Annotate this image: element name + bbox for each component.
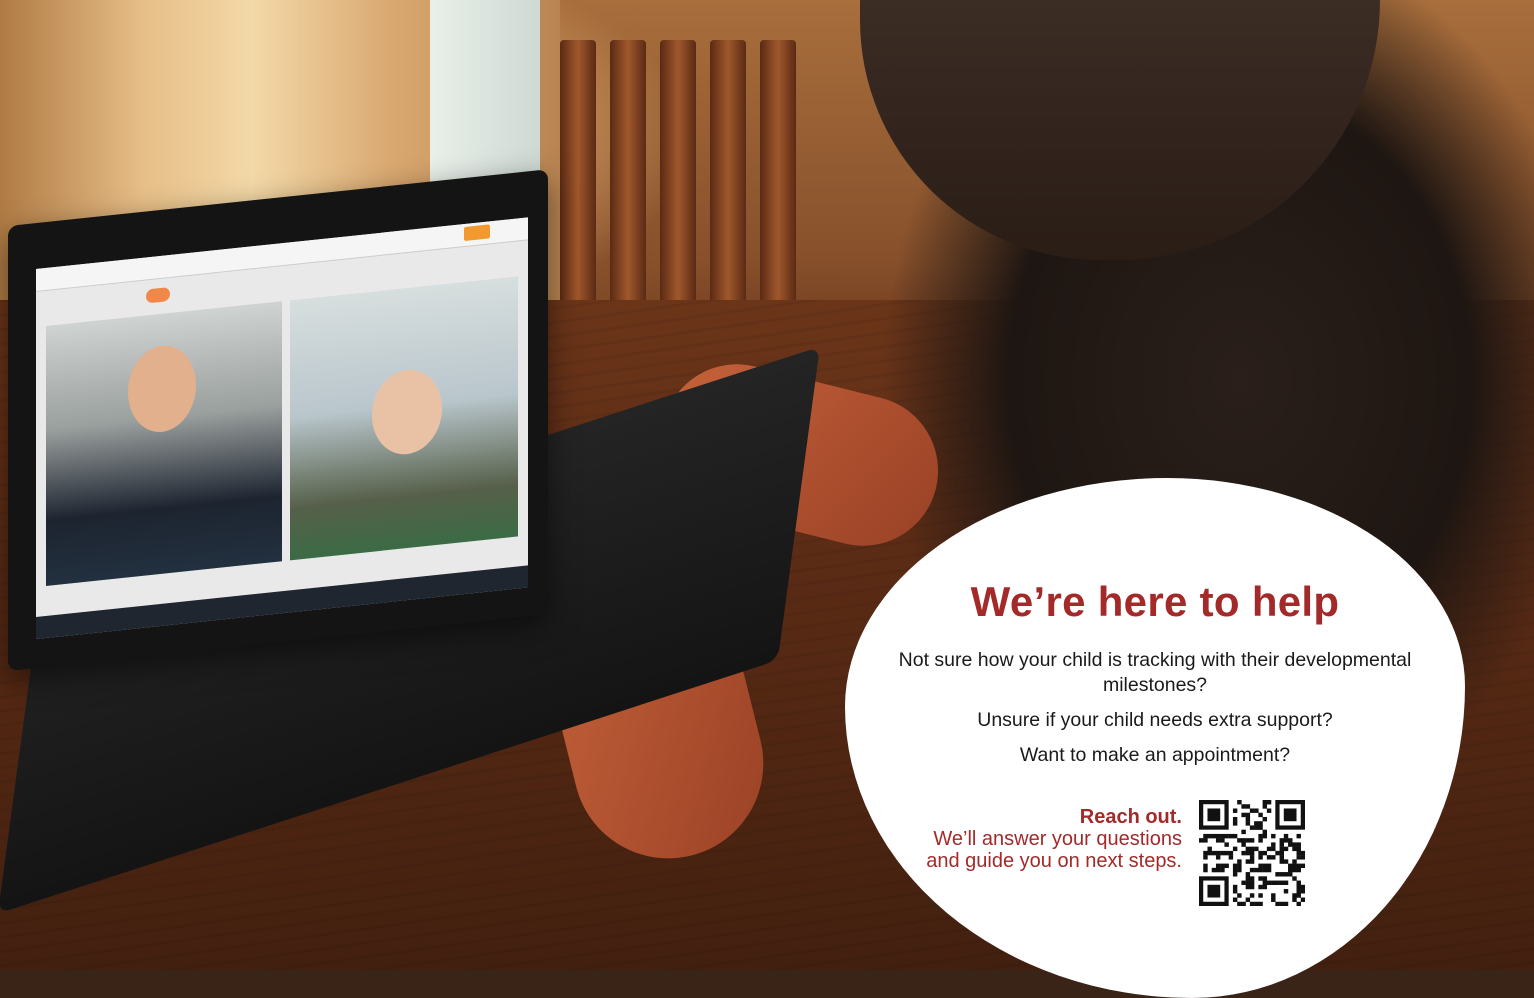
chair-slat (710, 40, 746, 310)
chair-slat (610, 40, 646, 310)
reach-out-heading: Reach out. (1079, 806, 1182, 828)
chair-slat (760, 40, 796, 310)
chair-slat (560, 40, 596, 310)
help-body: Not sure how your child is tracking with… (895, 648, 1415, 778)
laptop-screen (8, 169, 548, 671)
help-line: Not sure how your child is tracking with… (898, 649, 1412, 696)
help-line: Want to make an appointment? (1019, 744, 1291, 766)
video-tile-clinician (46, 301, 282, 587)
reach-out-text: We’ll answer your questions and guide yo… (926, 828, 1182, 872)
end-call-button (146, 286, 170, 304)
help-line: Unsure if your child needs extra support… (977, 709, 1333, 731)
help-title: We’re here to help (970, 578, 1340, 625)
browser-bar (36, 217, 528, 293)
reach-out-block: Reach out. We’ll answer your questions a… (900, 806, 1182, 872)
qr-code-icon[interactable] (1199, 800, 1305, 906)
video-call-window (36, 217, 528, 640)
book-button (464, 224, 490, 242)
chair-slat (660, 40, 696, 310)
